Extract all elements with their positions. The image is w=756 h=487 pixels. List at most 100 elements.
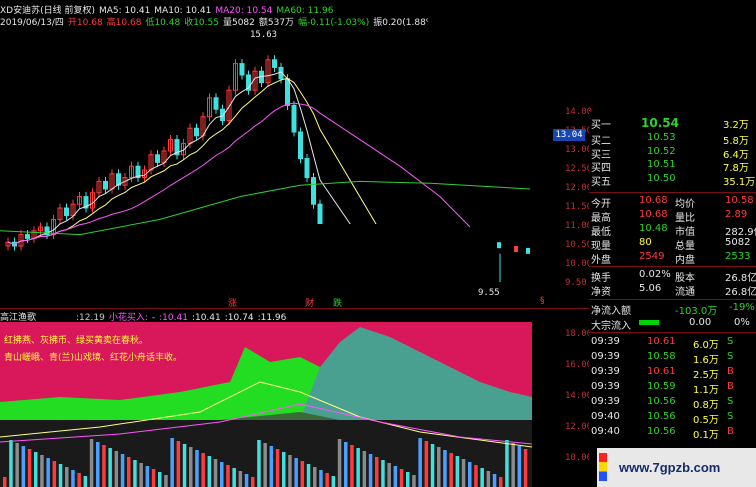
- volume-bar: [294, 458, 298, 487]
- stat-row: 外盘 2549 内盘 2533: [589, 251, 756, 266]
- stat-label: 换手: [591, 273, 611, 284]
- bid-volume: 35.1万: [723, 176, 756, 188]
- candle-body: [526, 247, 530, 254]
- stat-value: 2.89: [725, 209, 748, 220]
- tick-time: 09:39: [591, 336, 620, 347]
- volume-bar: [300, 461, 305, 487]
- candle-body: [213, 97, 219, 110]
- bid-row: 买三 10.52 6.4万: [589, 145, 756, 161]
- tick-side: S: [727, 351, 734, 362]
- bid-label: 买五: [591, 176, 611, 188]
- tick-time: 09:40: [591, 426, 620, 437]
- volume-bar: [232, 468, 236, 487]
- volume-bar: [313, 467, 317, 487]
- volume-bar: [52, 461, 57, 487]
- flow-pct: 0%: [734, 317, 750, 328]
- volume-bar: [430, 444, 435, 487]
- stat-label: 总量: [675, 241, 695, 252]
- stat-value: 0.02%: [639, 269, 671, 280]
- candle-body: [155, 154, 160, 163]
- volume-bar: [523, 449, 528, 487]
- volume-bar: [263, 443, 267, 487]
- stat-label: 市值: [675, 227, 695, 238]
- volume-bar: [337, 439, 342, 487]
- volume-bar: [34, 452, 38, 487]
- volume-bar: [96, 442, 100, 487]
- tick-row: 09:39 10.56 0.8万 S: [589, 396, 756, 411]
- bid-price: 10.52: [647, 145, 676, 157]
- volume-bar: [120, 454, 125, 487]
- volume-bar: [418, 438, 422, 487]
- flow-value: 0.00: [689, 317, 712, 328]
- tick-price: 10.61: [647, 366, 676, 377]
- volume-bar: [331, 476, 336, 487]
- tick-side: S: [727, 396, 734, 407]
- volume-bar: [455, 456, 460, 487]
- logo-icon: [599, 453, 607, 481]
- tick-price: 10.58: [647, 351, 676, 362]
- stat-label: 现量: [591, 241, 611, 252]
- tick-row: 09:40 10.56 0.1万 B: [589, 426, 756, 441]
- tick-side: B: [727, 426, 734, 437]
- ohlc-item: 高10.68: [106, 18, 142, 28]
- stat-value: 5082: [725, 237, 751, 248]
- stat-label: 今开: [591, 199, 611, 210]
- volume-bar: [244, 474, 249, 487]
- stat-row: 最高 10.68 量比 2.89: [589, 209, 756, 224]
- tick-price: 10.61: [647, 336, 676, 347]
- volume-bar: [133, 460, 137, 487]
- tick-volume: 0.8万: [693, 400, 719, 411]
- event-mark: §: [540, 296, 545, 306]
- candle-body: [304, 158, 310, 179]
- candle-body: [25, 234, 30, 239]
- volume-bar: [474, 465, 478, 487]
- flow-row: 大宗流入 0.00 0%: [589, 317, 756, 332]
- volume-bar: [393, 466, 398, 487]
- stat-value: 10.68: [639, 195, 668, 206]
- tick-side: S: [727, 411, 734, 422]
- volume-bar: [412, 475, 416, 487]
- candle-body: [298, 131, 303, 160]
- candle-body: [311, 177, 316, 205]
- indicator-axis: 18.00 16.00 14.00 12.00 10.00: [563, 322, 592, 487]
- tick-side: B: [727, 366, 734, 377]
- tick-time: 09:40: [591, 411, 620, 422]
- tick-time: 09:39: [591, 381, 620, 392]
- tick-time: 09:39: [591, 396, 620, 407]
- volume-bar: [282, 452, 286, 487]
- tick-price: 10.59: [647, 381, 676, 392]
- ohlc-item: 2019/06/13/四: [0, 18, 64, 28]
- volume-bar: [486, 471, 491, 487]
- bid-price: 10.54: [641, 116, 679, 130]
- high-annotation: 15.63: [250, 30, 278, 40]
- stat-label: 最高: [591, 213, 611, 224]
- volume-bar: [139, 463, 143, 487]
- tick-row: 09:39 10.61 6.0万 S: [589, 336, 756, 351]
- stat-label: 净资: [591, 287, 611, 298]
- tick-price: 10.56: [647, 411, 676, 422]
- tick-row: 09:39 10.58 1.6万 S: [589, 351, 756, 366]
- indicator-chart[interactable]: [0, 322, 590, 487]
- candle-body: [239, 63, 245, 76]
- volume-bar: [21, 446, 26, 487]
- stat-value: 10.68: [639, 209, 668, 220]
- volume-bar: [288, 455, 292, 487]
- stat-value: 26.8亿: [725, 287, 756, 298]
- volume-bar: [238, 471, 243, 487]
- volume-bar: [151, 469, 156, 487]
- stat-label: 均价: [675, 199, 695, 210]
- ma10-line: [7, 77, 381, 245]
- volume-bar: [424, 441, 429, 487]
- divider: [589, 266, 756, 267]
- ohlc-item: 收10.55: [184, 18, 219, 28]
- volume-bar: [406, 472, 410, 487]
- tick-row: 09:39 10.61 2.5万 B: [589, 366, 756, 381]
- volume-bar: [375, 457, 379, 487]
- chart-header: XD安迪苏(日线 前复权) MA5: 10.41 MA10: 10.41 MA20: …: [0, 0, 513, 28]
- stat-row: 最低 10.48 市值 282.9亿: [589, 223, 756, 238]
- indicator-title: 高江渔歌:12.19 小花买入: -:10.41:10.41:10.74:11.96: [0, 310, 590, 323]
- volume-bar: [443, 450, 447, 487]
- volume-bar: [356, 448, 360, 487]
- volume-bar: [511, 443, 515, 487]
- current-price-tag: 13.04: [553, 129, 585, 141]
